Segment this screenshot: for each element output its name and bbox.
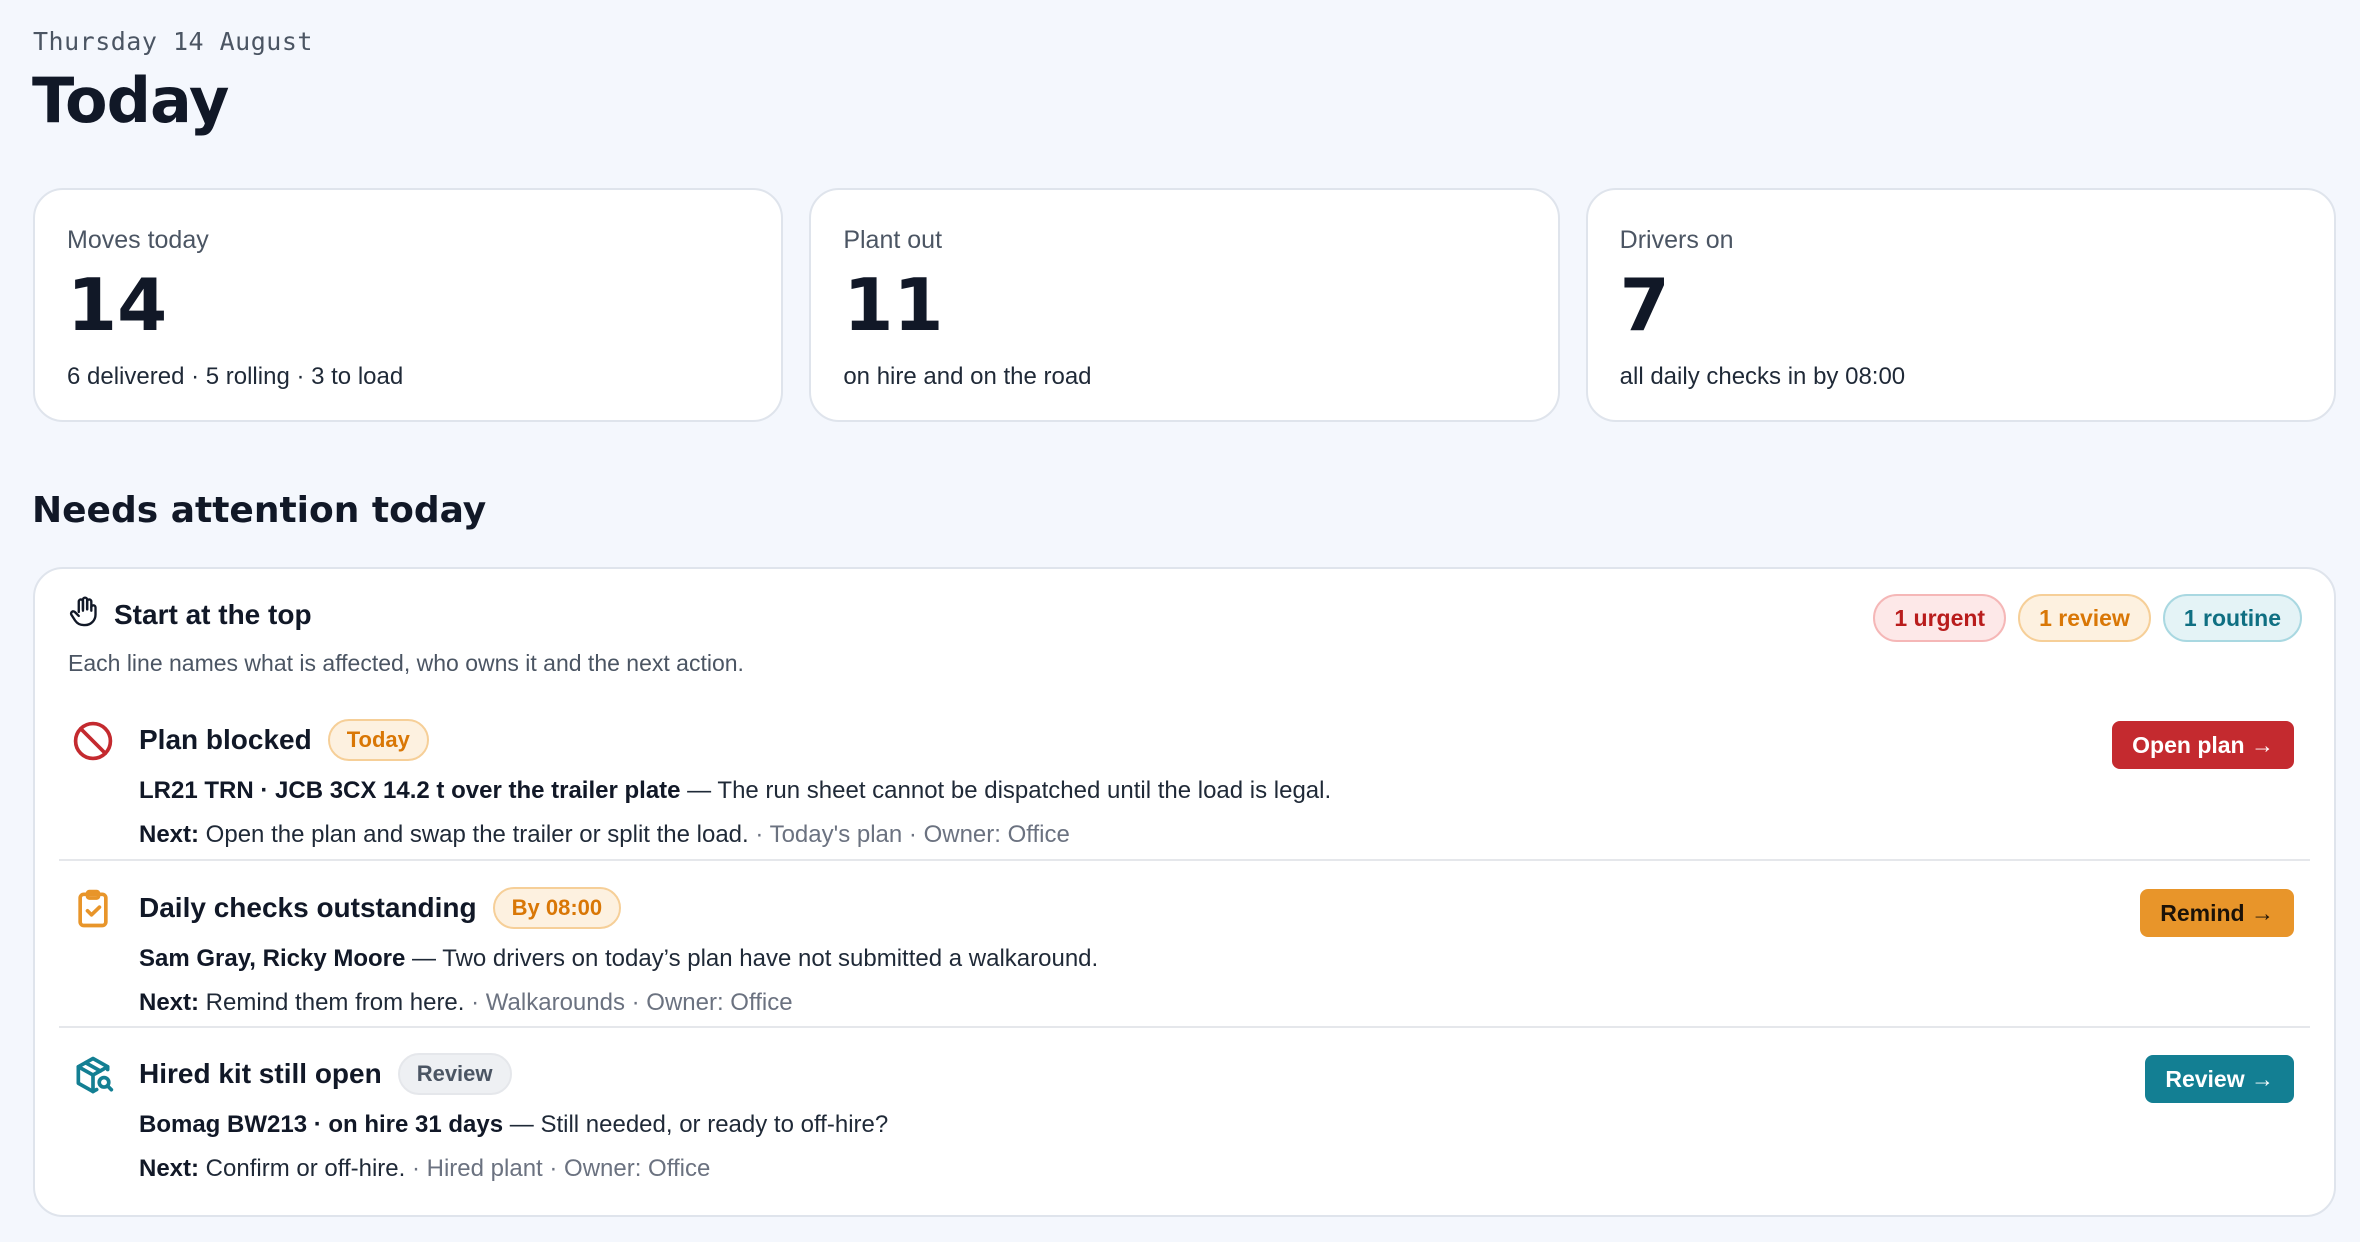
stat-card-plant: Plant out 11 on hire and on the road [809, 188, 1560, 422]
routine-count-pill[interactable]: 1 routine [2162, 594, 2302, 642]
stat-subtext: 6 delivered · 5 rolling · 3 to load [67, 363, 404, 390]
clipboard-check-icon [71, 887, 115, 931]
panel-subtitle: Each line names what is affected, who ow… [68, 650, 744, 676]
attention-panel: Start at the top Each line names what is… [33, 567, 2336, 1217]
panel-header: Start at the top Each line names what is… [68, 595, 744, 677]
stat-label: Plant out [843, 226, 943, 254]
stat-value: 14 [67, 263, 168, 347]
priority-pills: 1 urgent 1 review 1 routine [1873, 594, 2302, 642]
divider [59, 859, 2310, 861]
stat-subtext: all daily checks in by 08:00 [1619, 363, 1906, 390]
section-title: Needs attention today [32, 490, 487, 531]
remind-button[interactable]: Remind → [2140, 889, 2294, 937]
due-tag: By 08:00 [492, 887, 622, 929]
review-button[interactable]: Review → [2145, 1055, 2294, 1103]
open-plan-button[interactable]: Open plan → [2112, 721, 2294, 769]
package-search-icon [71, 1053, 115, 1097]
item-description: LR21 TRN · JCB 3CX 14.2 t over the trail… [139, 777, 1332, 804]
item-description: Bomag BW213 · on hire 31 days — Still ne… [139, 1111, 889, 1138]
panel-title: Start at the top [114, 598, 312, 630]
stat-value: 11 [843, 263, 944, 347]
review-count-pill[interactable]: 1 review [2018, 594, 2151, 642]
stat-value: 7 [1619, 263, 1670, 347]
item-next-action: Next: Open the plan and swap the trailer… [139, 821, 1070, 848]
attention-item-hired-kit: Hired kit still open Review Bomag BW213 … [59, 1053, 2310, 1219]
status-tag: Review [397, 1053, 512, 1095]
stat-subtext: on hire and on the road [843, 363, 1092, 390]
stat-label: Drivers on [1619, 226, 1734, 254]
item-next-action: Next: Confirm or off-hire. · Hired plant… [139, 1155, 711, 1182]
item-description: Sam Gray, Ricky Moore — Two drivers on t… [139, 945, 1099, 972]
stats-row: Moves today 14 6 delivered · 5 rolling ·… [33, 188, 2336, 422]
due-tag: Today [327, 719, 429, 761]
item-title: Plan blocked [139, 724, 312, 755]
blocked-icon [71, 719, 115, 763]
item-title: Hired kit still open [139, 1058, 382, 1089]
divider [59, 1026, 2310, 1028]
item-title: Daily checks outstanding [139, 892, 477, 923]
stat-card-moves: Moves today 14 6 delivered · 5 rolling ·… [33, 188, 784, 422]
stat-label: Moves today [67, 226, 209, 254]
urgent-count-pill[interactable]: 1 urgent [1873, 594, 2007, 642]
page-date: Thursday 14 August [33, 27, 313, 56]
attention-item-daily-checks: Daily checks outstanding By 08:00 Sam Gr… [59, 887, 2310, 1053]
item-next-action: Next: Remind them from here. · Walkaroun… [139, 989, 793, 1016]
hand-icon [68, 595, 100, 634]
stat-card-drivers: Drivers on 7 all daily checks in by 08:0… [1585, 188, 2336, 422]
page-title: Today [32, 64, 229, 137]
